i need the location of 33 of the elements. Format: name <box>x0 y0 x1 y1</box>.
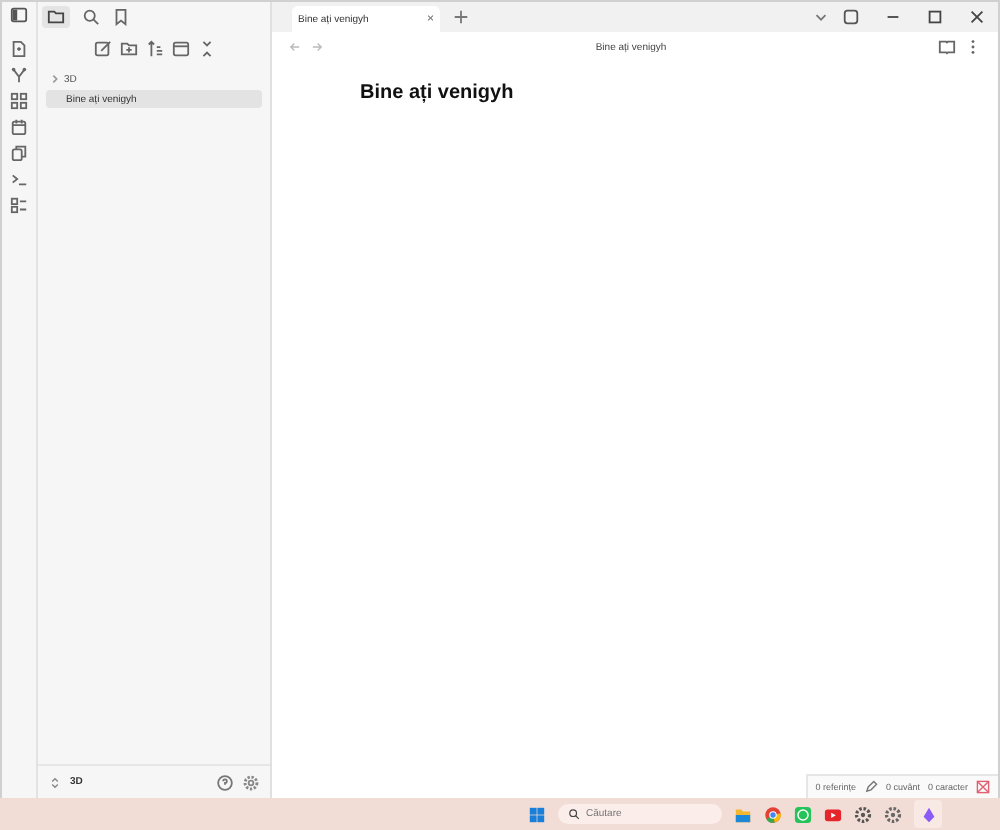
file-icon[interactable] <box>10 40 28 58</box>
new-folder-icon[interactable] <box>119 40 137 58</box>
switch-vault-icon[interactable] <box>48 775 62 789</box>
bookmark-icon[interactable] <box>112 8 130 26</box>
app-icon[interactable] <box>914 800 942 828</box>
folder-icon[interactable] <box>42 6 70 28</box>
close-icon[interactable] <box>968 8 986 26</box>
book-icon[interactable] <box>938 38 956 56</box>
plus-icon[interactable] <box>452 8 470 26</box>
new-note-icon[interactable] <box>93 40 111 58</box>
start-icon[interactable] <box>528 805 546 823</box>
calendar-icon[interactable] <box>10 118 28 136</box>
sync-error-icon[interactable] <box>976 780 990 794</box>
video-icon[interactable] <box>824 805 842 823</box>
sort-icon[interactable] <box>145 40 163 58</box>
maximize-icon[interactable] <box>926 8 944 26</box>
chevron-icon <box>50 74 60 84</box>
graph-icon[interactable] <box>10 66 28 84</box>
note-heading: Bine ați venigyh <box>360 82 516 104</box>
window-icon[interactable] <box>171 40 189 58</box>
search-icon[interactable] <box>82 8 100 26</box>
browser-icon[interactable] <box>764 805 782 823</box>
pencil-icon[interactable] <box>863 780 878 794</box>
settings-icon[interactable] <box>242 773 260 791</box>
copy-icon[interactable] <box>10 144 28 162</box>
square-icon[interactable] <box>842 8 860 26</box>
grid-icon[interactable] <box>10 92 28 110</box>
list-icon[interactable] <box>10 196 28 214</box>
collapse-icon[interactable] <box>197 40 215 58</box>
terminal-icon[interactable] <box>10 170 28 188</box>
sidebar-toggle-icon[interactable] <box>10 6 28 24</box>
search-icon <box>568 808 580 820</box>
help-icon[interactable] <box>216 773 234 791</box>
